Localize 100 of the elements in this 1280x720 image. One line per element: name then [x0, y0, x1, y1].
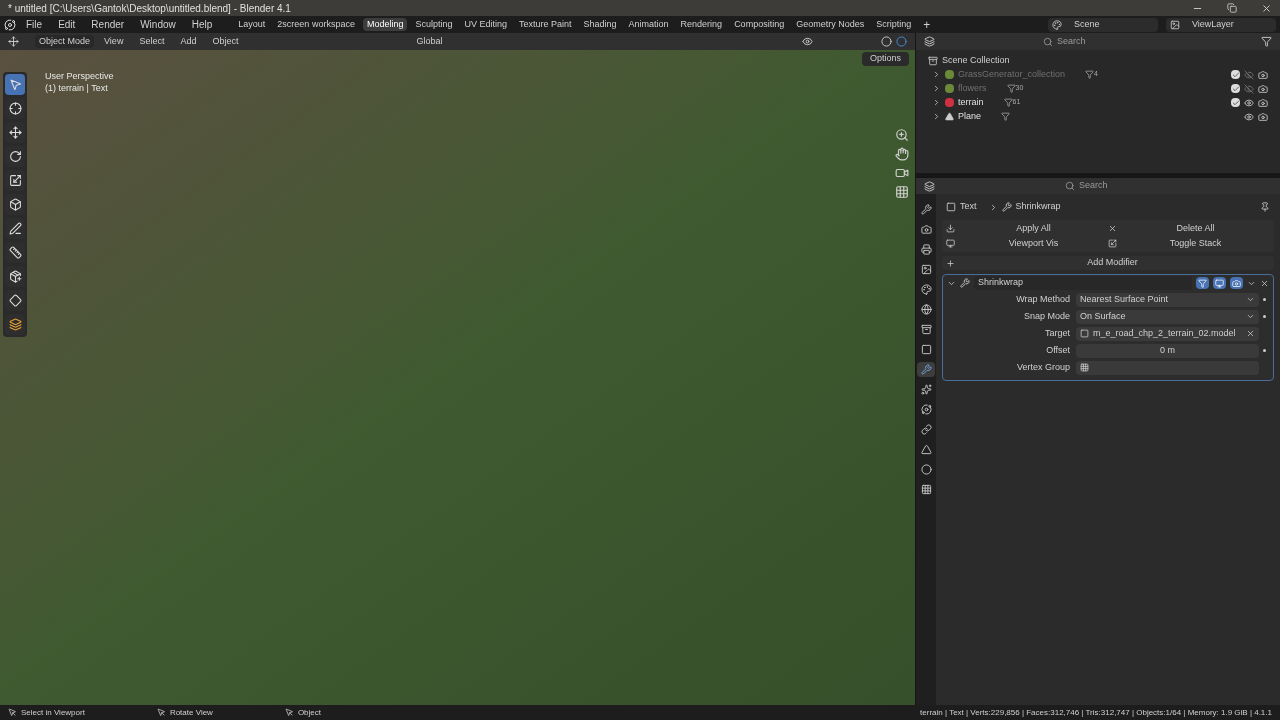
- edit-mode-toggle[interactable]: [1196, 277, 1209, 289]
- properties-tab[interactable]: [917, 362, 935, 377]
- filter-icon[interactable]: [1261, 36, 1272, 47]
- download-icon: [946, 224, 955, 234]
- search-icon: [1065, 181, 1075, 191]
- menu-item[interactable]: Help: [185, 17, 219, 32]
- clear-icon: [1246, 329, 1255, 338]
- include-checkbox[interactable]: [1231, 98, 1240, 107]
- menu-item[interactable]: Render: [85, 17, 131, 32]
- modifier-icon: [1001, 202, 1012, 212]
- pointer-icon: [284, 708, 294, 717]
- eye-icon[interactable]: [1244, 97, 1254, 108]
- tool-button[interactable]: [5, 314, 25, 335]
- workspace-tab[interactable]: Texture Paint: [515, 17, 576, 32]
- visibility-icon[interactable]: [802, 36, 813, 47]
- property-field[interactable]: Nearest Surface Point: [1076, 292, 1259, 307]
- tool-button[interactable]: [5, 170, 25, 191]
- modifier-action-button[interactable]: Toggle Stack: [1108, 236, 1270, 250]
- camera-icon[interactable]: [1258, 111, 1268, 122]
- orientation-dropdown[interactable]: Global: [412, 34, 447, 49]
- search-field[interactable]: Search: [1065, 179, 1108, 193]
- workspace-tab[interactable]: Scripting: [872, 17, 916, 32]
- viewport-menu[interactable]: Select: [133, 34, 171, 49]
- cursor-tool-icon: [8, 102, 22, 115]
- tool-button[interactable]: [5, 74, 25, 95]
- outliner-item[interactable]: terrain: [958, 95, 984, 110]
- property-field[interactable]: 0 m: [1076, 343, 1259, 358]
- pin-icon[interactable]: [1260, 202, 1270, 212]
- close-icon[interactable]: [1261, 2, 1272, 14]
- workspace-tab[interactable]: Rendering: [676, 17, 727, 32]
- workspace-tab[interactable]: Geometry Nodes: [792, 17, 869, 32]
- scene-field[interactable]: Scene: [1048, 17, 1158, 32]
- tool-button[interactable]: [5, 122, 25, 143]
- modifier-action-button[interactable]: Delete All: [1108, 222, 1270, 236]
- text-object-icon: [946, 202, 956, 212]
- add-modifier-button[interactable]: Add Modifier: [942, 256, 1274, 270]
- camera-icon[interactable]: [1258, 83, 1268, 94]
- close-icon: [1108, 224, 1117, 234]
- include-checkbox[interactable]: [1231, 70, 1240, 79]
- workspace-tab[interactable]: Sculpting: [411, 17, 457, 32]
- viewport-toggle-icon: [1215, 278, 1224, 288]
- search-field[interactable]: Search: [1043, 34, 1086, 49]
- tool-button[interactable]: [5, 194, 25, 215]
- stripes-tool-icon: [8, 318, 22, 331]
- menu-item[interactable]: Edit: [52, 17, 82, 32]
- modifier-action-button[interactable]: Viewport Vis: [946, 236, 1108, 250]
- grid-icon[interactable]: [895, 185, 909, 199]
- shading-material-icon[interactable]: [896, 36, 907, 47]
- outliner-item[interactable]: Scene Collection: [942, 53, 1010, 68]
- viewport-menu[interactable]: View: [98, 34, 130, 49]
- transform-icon[interactable]: [8, 36, 19, 47]
- mode-dropdown[interactable]: Object Mode: [35, 34, 95, 49]
- shading-solid-icon[interactable]: [881, 36, 892, 47]
- hand-icon[interactable]: [895, 147, 909, 161]
- workspace-tab[interactable]: Shading: [579, 17, 621, 32]
- property-field[interactable]: [1076, 360, 1259, 375]
- vertex-group-icon: [1080, 363, 1089, 372]
- select-tool-icon: [8, 78, 22, 91]
- tool-button[interactable]: [5, 146, 25, 167]
- tool-button[interactable]: [5, 266, 25, 287]
- pointer-icon: [8, 708, 17, 717]
- viewport-menu[interactable]: Object: [206, 34, 245, 49]
- viewport-menu[interactable]: Add: [174, 34, 203, 49]
- breadcrumb-item: Text: [960, 200, 977, 214]
- eye-icon[interactable]: [1244, 111, 1254, 122]
- include-checkbox[interactable]: [1231, 84, 1240, 93]
- tool-button[interactable]: [5, 290, 25, 311]
- zoom-icon[interactable]: [895, 128, 909, 142]
- workspace-tab[interactable]: Modeling: [362, 17, 408, 32]
- workspace-tab[interactable]: 2screen workspace: [273, 17, 359, 32]
- viewport-overlay-text: (1) terrain | Text: [45, 82, 108, 95]
- property-field[interactable]: On Surface: [1076, 309, 1259, 324]
- viewport-toggle[interactable]: [1213, 277, 1226, 289]
- workspace-tab[interactable]: UV Editing: [460, 17, 511, 32]
- view-layer-field[interactable]: ViewLayer: [1166, 17, 1276, 32]
- restore-icon[interactable]: [1227, 3, 1237, 13]
- tool-button[interactable]: [5, 242, 25, 263]
- outliner-editor-icon[interactable]: [924, 36, 935, 47]
- options-button[interactable]: Options: [861, 52, 909, 66]
- camera-icon[interactable]: [895, 166, 909, 180]
- workspace-tab[interactable]: Animation: [624, 17, 673, 32]
- remove-icon[interactable]: [1260, 278, 1269, 288]
- modifier-name-field[interactable]: Shrinkwrap: [974, 276, 1192, 290]
- tool-button[interactable]: [5, 98, 25, 119]
- properties-editor-icon[interactable]: [924, 180, 935, 192]
- property-field[interactable]: m_e_road_chp_2_terrain_02.model: [1076, 326, 1259, 341]
- camera-icon[interactable]: [1258, 69, 1268, 80]
- add-workspace-tab[interactable]: +: [919, 15, 935, 34]
- workspace-tab[interactable]: Compositing: [730, 17, 789, 32]
- outliner-item[interactable]: Plane: [958, 109, 982, 124]
- render-toggle[interactable]: [1230, 277, 1243, 289]
- field-label: Offset: [1045, 343, 1071, 357]
- modifier-action-button[interactable]: Apply All: [946, 222, 1108, 236]
- resize-icon: [1108, 238, 1117, 248]
- menu-item[interactable]: File: [20, 17, 49, 32]
- workspace-tab[interactable]: Layout: [234, 17, 270, 32]
- tool-button[interactable]: [5, 218, 25, 239]
- camera-icon[interactable]: [1258, 97, 1268, 108]
- menu-item[interactable]: Window: [134, 17, 182, 32]
- search-icon: [1043, 36, 1053, 47]
